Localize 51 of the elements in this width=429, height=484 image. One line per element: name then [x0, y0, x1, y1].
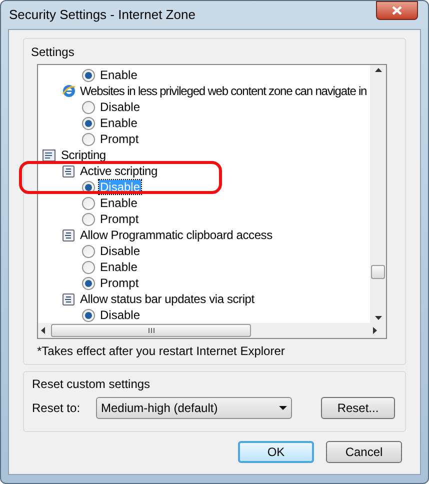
radio-button[interactable] [82, 68, 95, 82]
scroll-thumb[interactable] [371, 265, 385, 279]
group-label: Reset custom settings [32, 376, 152, 393]
restart-note: *Takes effect after you restart Internet Explorer [37, 343, 286, 360]
option-label[interactable]: Prompt [99, 132, 140, 146]
close-icon [392, 6, 402, 15]
radio-button[interactable] [82, 196, 95, 210]
browser-icon [62, 84, 76, 98]
dialog-button[interactable]: OK [238, 441, 314, 463]
reset-button[interactable]: Reset... [321, 397, 395, 419]
setting-label[interactable]: Active scripting [80, 162, 158, 180]
setting-label[interactable]: Allow status bar updates via script [80, 290, 254, 308]
option-label[interactable]: Enable [99, 116, 138, 130]
vertical-scrollbar[interactable] [370, 65, 386, 323]
dropdown-caret-icon [279, 406, 287, 410]
grip-icon [148, 328, 154, 333]
level-dropdown[interactable]: Medium-high (default) [96, 397, 292, 419]
script-icon [62, 228, 76, 242]
option-label[interactable]: Enable [99, 196, 138, 210]
group-label: Settings [31, 44, 76, 61]
option-label[interactable]: Disable [99, 100, 142, 114]
scroll-up-icon[interactable] [374, 68, 382, 72]
option-label[interactable]: Disable [99, 308, 142, 322]
scroll-right-icon[interactable] [373, 327, 377, 334]
radio-button[interactable] [82, 276, 95, 290]
category-icon [42, 148, 57, 162]
option-label[interactable]: Disable [99, 244, 142, 258]
setting-label[interactable]: Allow Programmatic clipboard access [80, 226, 272, 244]
radio-button[interactable] [82, 100, 95, 114]
window-title: Security Settings - Internet Zone [9, 6, 196, 24]
option-label[interactable]: Prompt [99, 276, 140, 290]
radio-button[interactable] [82, 244, 95, 258]
horizontal-scrollbar[interactable] [38, 323, 386, 338]
radio-button[interactable] [82, 260, 95, 274]
setting-label[interactable]: Websites in less privileged web content zone can navigate in [80, 82, 367, 100]
dialog-button[interactable]: Cancel [326, 441, 402, 463]
close-button[interactable] [376, 1, 418, 20]
script-icon [62, 164, 76, 178]
field-label: Reset to: [32, 400, 82, 417]
option-label[interactable]: Enable [99, 68, 138, 82]
option-label[interactable]: Prompt [99, 212, 140, 226]
category-label[interactable]: Scripting [61, 146, 106, 164]
script-icon [62, 292, 76, 306]
scroll-down-icon[interactable] [374, 316, 382, 320]
scroll-left-icon[interactable] [41, 327, 45, 334]
scroll-thumb[interactable] [51, 324, 251, 337]
radio-button[interactable] [82, 132, 95, 146]
radio-button[interactable] [82, 212, 95, 226]
radio-button[interactable] [82, 308, 95, 322]
option-label[interactable]: Enable [99, 260, 138, 274]
radio-button[interactable] [82, 116, 95, 130]
